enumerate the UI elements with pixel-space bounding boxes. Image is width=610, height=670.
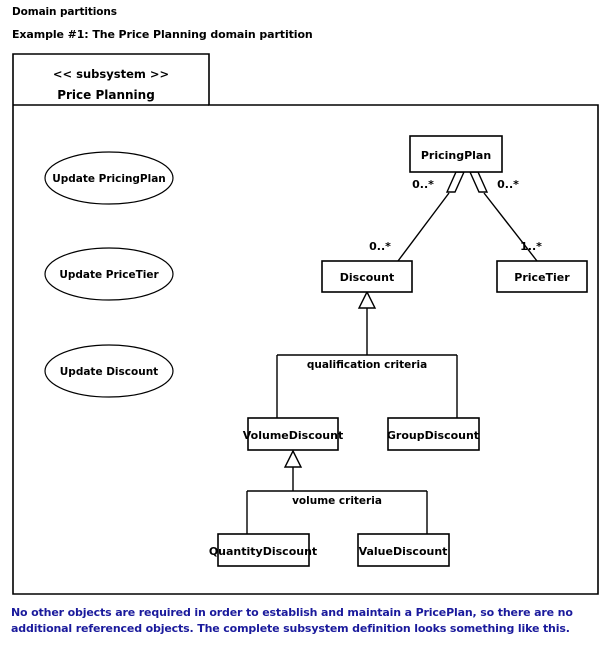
subsystem-frame <box>12 53 599 595</box>
class-box-pricetier: PriceTier <box>496 260 588 293</box>
generalization-triangle-volumediscount <box>283 449 303 468</box>
class-box-valuediscount: ValueDiscount <box>357 533 450 567</box>
use-case-label: Update Discount <box>60 366 158 378</box>
class-label: Discount <box>340 271 394 284</box>
class-box-discount: Discount <box>321 260 413 293</box>
multiplicity-pricetier-target: 1..* <box>520 240 542 253</box>
association-line-pricingplan-discount <box>397 192 450 262</box>
figure-caption: No other objects are required in order t… <box>11 606 573 635</box>
generalization-triangle-discount <box>357 290 377 309</box>
multiplicity-pricingplan-pricetier-source: 0..* <box>497 178 519 191</box>
class-label: ValueDiscount <box>359 545 448 558</box>
class-box-pricingplan: PricingPlan <box>409 135 503 173</box>
class-box-volumediscount: VolumeDiscount <box>243 417 343 451</box>
multiplicity-discount-target: 0..* <box>369 240 391 253</box>
class-label: GroupDiscount <box>387 429 479 442</box>
aggregation-diamond-discount <box>445 171 466 193</box>
class-label: VolumeDiscount <box>243 429 343 442</box>
class-label: QuantityDiscount <box>209 545 317 558</box>
subsystem-class-diagram: << subsystem >> Price Planning Update Pr… <box>12 53 599 595</box>
use-case-label: Update PriceTier <box>59 269 159 281</box>
discriminator-label-volume: volume criteria <box>292 495 382 507</box>
discriminator-label-qualification: qualification criteria <box>307 359 427 371</box>
class-box-groupdiscount: GroupDiscount <box>387 417 480 451</box>
use-case-update-pricingplan: Update PricingPlan <box>44 151 174 205</box>
class-label: PriceTier <box>514 271 570 284</box>
aggregation-diamond-pricetier <box>468 171 489 193</box>
use-case-update-discount: Update Discount <box>44 344 174 398</box>
subsystem-stereotype: << subsystem >> <box>53 67 169 81</box>
multiplicity-pricingplan-discount-source: 0..* <box>412 178 434 191</box>
class-label: PricingPlan <box>421 149 491 162</box>
use-case-label: Update PricingPlan <box>52 173 166 185</box>
class-box-quantitydiscount: QuantityDiscount <box>209 533 317 567</box>
subsystem-name: Price Planning <box>57 88 155 102</box>
use-case-update-pricetier: Update PriceTier <box>44 247 174 301</box>
